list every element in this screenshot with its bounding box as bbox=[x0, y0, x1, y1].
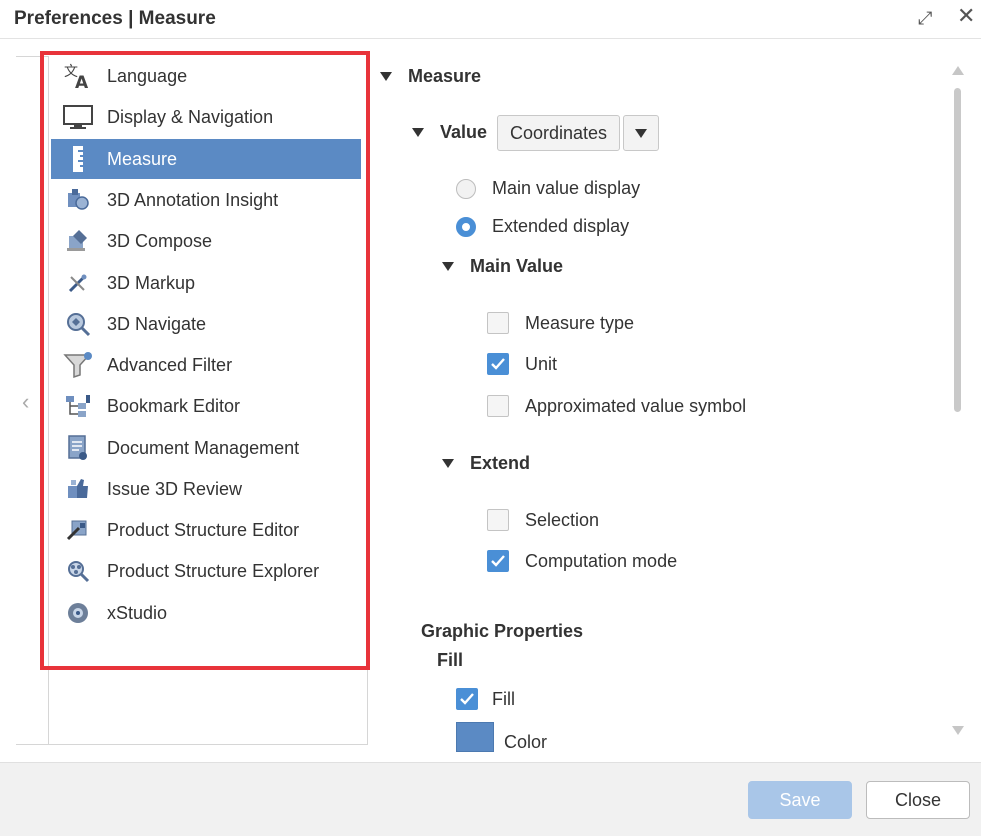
title-bar: Preferences | Measure ⤢ ✕ bbox=[0, 0, 981, 39]
group-title: Extend bbox=[470, 453, 531, 473]
fill-title: Fill bbox=[437, 650, 463, 670]
collapse-caret-icon bbox=[442, 459, 454, 468]
checkbox-label: Selection bbox=[525, 509, 600, 530]
value-dropdown-button[interactable] bbox=[623, 115, 660, 151]
dialog-footer: Save Close bbox=[0, 762, 981, 836]
section-measure-header[interactable]: Measure bbox=[380, 66, 481, 87]
checkbox-checked[interactable] bbox=[487, 353, 509, 375]
checkbox-label: Unit bbox=[525, 353, 558, 374]
radio-label: Main value display bbox=[492, 178, 641, 198]
checkbox[interactable] bbox=[487, 509, 509, 531]
section-title: Measure bbox=[408, 66, 482, 86]
extend-group-header[interactable]: Extend bbox=[442, 453, 530, 474]
group-title: Main Value bbox=[470, 256, 564, 276]
checkbox-fill[interactable]: Fill bbox=[456, 688, 515, 710]
checkbox-checked[interactable] bbox=[487, 550, 509, 572]
radio-button[interactable] bbox=[456, 178, 476, 199]
checkmark-icon bbox=[460, 693, 474, 705]
highlight-box bbox=[40, 51, 370, 670]
checkbox-label: Approximated value symbol bbox=[525, 395, 747, 416]
checkbox-selection[interactable]: Selection bbox=[487, 509, 599, 531]
radio-main-value-display[interactable]: Main value display bbox=[456, 178, 640, 199]
radio-extended-display[interactable]: Extended display bbox=[456, 216, 629, 237]
graphic-properties-title: Graphic Properties bbox=[421, 621, 584, 641]
value-group-header[interactable]: Value bbox=[412, 122, 487, 143]
scroll-up-icon[interactable] bbox=[952, 66, 964, 75]
close-icon[interactable]: ✕ bbox=[957, 5, 975, 27]
preferences-content: Measure Value Coordinates Main value dis… bbox=[370, 40, 960, 762]
checkbox-computation-mode[interactable]: Computation mode bbox=[487, 550, 677, 572]
scroll-thumb[interactable] bbox=[954, 88, 961, 412]
checkmark-icon bbox=[491, 555, 505, 567]
collapse-caret-icon bbox=[380, 72, 392, 81]
collapse-caret-icon bbox=[442, 262, 454, 271]
radio-button-selected[interactable] bbox=[456, 216, 476, 237]
expand-icon[interactable]: ⤢ bbox=[918, 8, 932, 28]
checkbox-label: Measure type bbox=[525, 312, 635, 333]
window-title: Preferences | Measure bbox=[14, 8, 216, 29]
main-value-group-header[interactable]: Main Value bbox=[442, 256, 563, 277]
checkbox[interactable] bbox=[487, 395, 509, 417]
save-button[interactable]: Save bbox=[748, 781, 852, 819]
checkbox-label: Computation mode bbox=[525, 550, 678, 571]
checkbox-label: Fill bbox=[492, 688, 515, 709]
checkbox-measure-type[interactable]: Measure type bbox=[487, 312, 634, 334]
scroll-down-icon[interactable] bbox=[952, 726, 964, 735]
close-button[interactable]: Close bbox=[866, 781, 970, 819]
checkbox-checked[interactable] bbox=[456, 688, 478, 710]
chevron-down-icon bbox=[635, 128, 648, 138]
checkbox-unit[interactable]: Unit bbox=[487, 353, 557, 375]
value-dropdown[interactable]: Coordinates bbox=[497, 115, 660, 151]
checkbox[interactable] bbox=[487, 312, 509, 334]
sidebar-divider bbox=[16, 744, 48, 745]
value-label: Value bbox=[440, 122, 488, 142]
content-scrollbar[interactable] bbox=[950, 62, 966, 742]
checkmark-icon bbox=[491, 358, 505, 370]
value-dropdown-selected[interactable]: Coordinates bbox=[497, 115, 621, 151]
collapse-caret-icon bbox=[412, 128, 424, 137]
fill-color-swatch[interactable] bbox=[456, 722, 494, 752]
checkbox-approximated-value-symbol[interactable]: Approximated value symbol bbox=[487, 395, 746, 417]
radio-label: Extended display bbox=[492, 216, 630, 236]
fill-color-row[interactable]: Color bbox=[456, 722, 547, 753]
color-label: Color bbox=[504, 732, 548, 752]
